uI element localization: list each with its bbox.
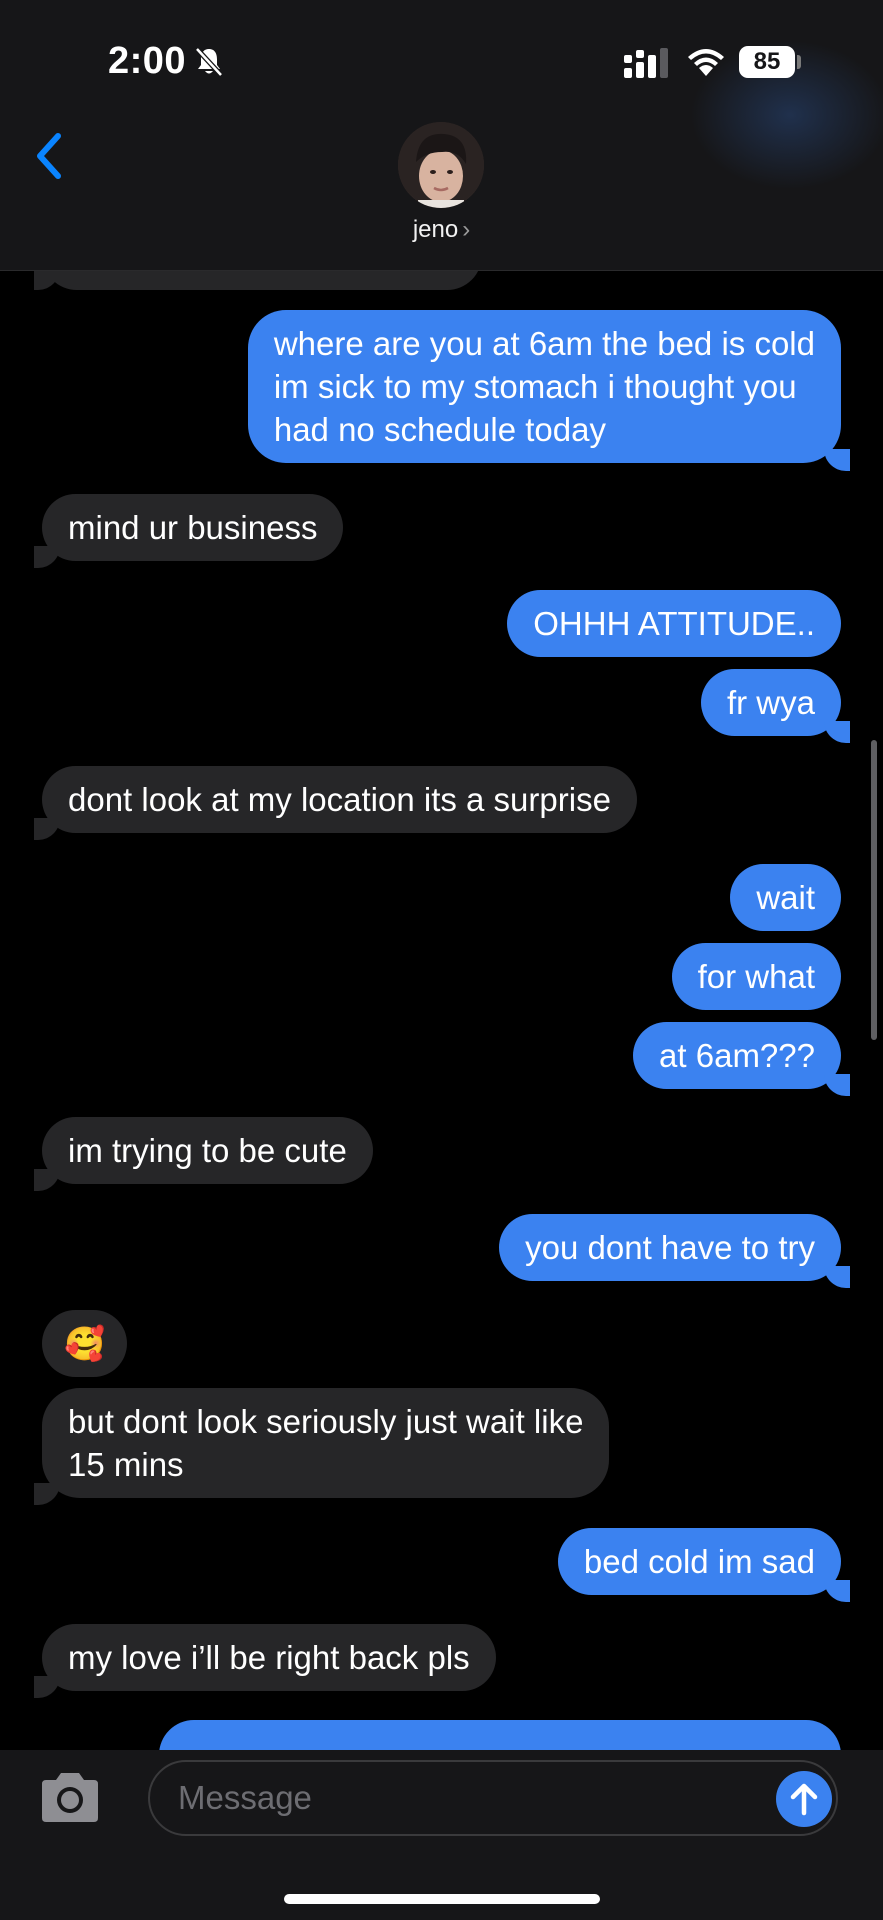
bubble-tail: [34, 818, 60, 840]
bubble-tail: [34, 546, 60, 568]
bubble-tail: [824, 1266, 850, 1288]
home-indicator[interactable]: [284, 1894, 600, 1904]
message-bubble-outgoing: at 6am???: [633, 1022, 841, 1089]
battery-indicator: 85: [739, 46, 795, 78]
camera-icon[interactable]: [36, 1770, 104, 1826]
battery-nub: [797, 55, 801, 69]
message-bubble-outgoing: OHHH ATTITUDE..: [507, 590, 841, 657]
bubble-tail: [824, 721, 850, 743]
message-bubble-emoji: 🥰: [42, 1310, 128, 1377]
chevron-left-icon[interactable]: [32, 130, 66, 182]
message-bubble-incoming: dont look at my location its a surprise: [42, 766, 637, 833]
avatar[interactable]: [398, 122, 484, 208]
bubble-tail: [824, 1580, 850, 1602]
bubble-tail: [824, 1074, 850, 1096]
message-input[interactable]: [148, 1760, 838, 1836]
scrollbar[interactable]: [871, 740, 877, 1040]
chevron-right-icon: ›: [462, 216, 471, 243]
send-button[interactable]: [776, 1771, 832, 1827]
message-bubble-incoming: my love i’ll be right back pls: [42, 1624, 496, 1691]
arrow-up-icon: [790, 1783, 818, 1816]
bubble-tail: [34, 1676, 60, 1698]
contact-name-label: jeno: [412, 216, 459, 243]
message-bubble-outgoing: fr wya: [700, 669, 841, 736]
status-time: 2:00: [108, 40, 187, 82]
message-list[interactable]: where are you at 6am the bed is cold im …: [0, 0, 883, 1920]
wifi-icon: [688, 49, 724, 76]
bubble-tail: [34, 268, 60, 290]
message-bubble-incoming: im trying to be cute: [42, 1117, 373, 1184]
message-bubble-outgoing: bed cold im sad: [557, 1528, 841, 1595]
avatar-image: [398, 122, 484, 208]
bubble-tail: [34, 1169, 60, 1191]
signal-icon: [624, 48, 668, 78]
message-bubble-incoming: mind ur business: [42, 494, 344, 561]
bubble-tail: [34, 1483, 60, 1505]
bubble-tail: [824, 449, 850, 471]
message-bubble-incoming: but dont look seriously just wait like 1…: [42, 1388, 610, 1498]
message-bubble-outgoing: wait: [730, 864, 841, 931]
message-bubble-outgoing: where are you at 6am the bed is cold im …: [247, 310, 841, 463]
message-bubble-outgoing: for what: [671, 943, 841, 1010]
bell-slash-icon: [195, 47, 223, 77]
conversation-header: 2:00 85 jeno ›: [0, 0, 883, 271]
contact-name[interactable]: jeno ›: [0, 216, 883, 244]
message-bubble-outgoing: you dont have to try: [499, 1214, 841, 1281]
